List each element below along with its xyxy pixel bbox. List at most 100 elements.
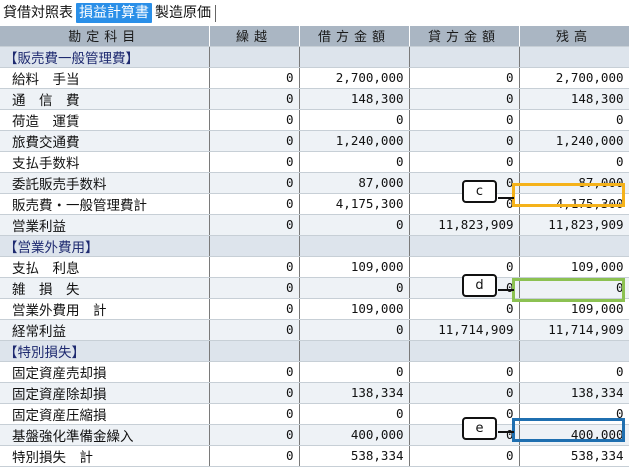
balance-cell[interactable]: 2,700,000	[519, 67, 629, 89]
carryover-cell[interactable]: 0	[209, 109, 300, 131]
credit-cell[interactable]: 0	[409, 67, 520, 89]
account-name-cell[interactable]: 支払 利息	[0, 256, 210, 278]
carryover-cell[interactable]: 0	[209, 88, 300, 110]
table-row[interactable]: 通 信 費 0 148,300 0 148,300	[0, 88, 629, 110]
account-name-cell[interactable]: 固定資産除却損	[0, 382, 210, 404]
account-name-cell[interactable]: 給料 手当	[0, 67, 210, 89]
account-name-cell[interactable]: 営業外費用 計	[0, 298, 210, 320]
carryover-cell[interactable]: 0	[209, 67, 300, 89]
credit-cell[interactable]: 0	[409, 88, 520, 110]
debit-cell[interactable]: 87,000	[299, 172, 410, 194]
debit-cell[interactable]: 0	[299, 109, 410, 131]
debit-cell[interactable]: 148,300	[299, 88, 410, 110]
carryover-cell[interactable]: 0	[209, 319, 300, 341]
balance-cell[interactable]: 138,334	[519, 382, 629, 404]
table-row[interactable]: 荷造 運賃 0 0 0 0	[0, 109, 629, 131]
account-name-cell[interactable]: 特別損失 計	[0, 445, 210, 467]
section-empty-cell	[409, 235, 520, 257]
debit-cell[interactable]: 0	[299, 277, 410, 299]
account-name-cell[interactable]: 基盤強化準備金繰入	[0, 424, 210, 446]
debit-cell[interactable]: 1,240,000	[299, 130, 410, 152]
balance-cell[interactable]: 0	[519, 109, 629, 131]
tab-balance-sheet[interactable]: 貸借対照表	[0, 3, 76, 23]
table-row[interactable]: 固定資産除却損 0 138,334 0 138,334	[0, 382, 629, 404]
table-row[interactable]: 固定資産売却損 0 0 0 0	[0, 361, 629, 383]
section-empty-cell	[519, 340, 629, 362]
credit-cell[interactable]: 0	[409, 445, 520, 467]
balance-cell[interactable]: 109,000	[519, 256, 629, 278]
debit-cell[interactable]: 0	[299, 319, 410, 341]
tab-income-statement[interactable]: 損益計算書	[76, 3, 152, 23]
balance-cell[interactable]: 0	[519, 361, 629, 383]
debit-cell[interactable]: 0	[299, 151, 410, 173]
carryover-cell[interactable]: 0	[209, 424, 300, 446]
credit-cell[interactable]: 0	[409, 298, 520, 320]
table-row[interactable]: 営業利益 0 0 11,823,909 11,823,909	[0, 214, 629, 236]
carryover-cell[interactable]: 0	[209, 298, 300, 320]
table-row[interactable]: 支払 利息 0 109,000 0 109,000	[0, 256, 629, 278]
report-tabs: 貸借対照表 損益計算書 製造原価	[0, 0, 629, 26]
debit-cell[interactable]: 4,175,300	[299, 193, 410, 215]
credit-cell[interactable]: 0	[409, 130, 520, 152]
table-row[interactable]: 給料 手当 0 2,700,000 0 2,700,000	[0, 67, 629, 89]
balance-cell[interactable]: 11,714,909	[519, 319, 629, 341]
column-header-debit: 借方金額	[299, 26, 410, 47]
debit-cell[interactable]: 138,334	[299, 382, 410, 404]
carryover-cell[interactable]: 0	[209, 172, 300, 194]
credit-cell[interactable]: 0	[409, 361, 520, 383]
carryover-cell[interactable]: 0	[209, 130, 300, 152]
debit-cell[interactable]: 0	[299, 403, 410, 425]
debit-cell[interactable]: 2,700,000	[299, 67, 410, 89]
balance-cell[interactable]: 148,300	[519, 88, 629, 110]
section-label: 【営業外費用】	[0, 235, 210, 257]
credit-cell[interactable]: 11,714,909	[409, 319, 520, 341]
debit-cell[interactable]: 0	[299, 214, 410, 236]
account-name-cell[interactable]: 委託販売手数料	[0, 172, 210, 194]
carryover-cell[interactable]: 0	[209, 382, 300, 404]
balance-cell[interactable]: 1,240,000	[519, 130, 629, 152]
tab-manufacturing-cost[interactable]: 製造原価	[152, 3, 214, 23]
credit-cell[interactable]: 0	[409, 151, 520, 173]
table-row[interactable]: 旅費交通費 0 1,240,000 0 1,240,000	[0, 130, 629, 152]
carryover-cell[interactable]: 0	[209, 361, 300, 383]
highlight-box-e	[512, 418, 625, 442]
section-empty-cell	[209, 235, 300, 257]
carryover-cell[interactable]: 0	[209, 277, 300, 299]
debit-cell[interactable]: 400,000	[299, 424, 410, 446]
section-empty-cell	[409, 46, 520, 68]
table-row[interactable]: 支払手数料 0 0 0 0	[0, 151, 629, 173]
table-row[interactable]: 特別損失 計 0 538,334 0 538,334	[0, 445, 629, 467]
carryover-cell[interactable]: 0	[209, 403, 300, 425]
account-name-cell[interactable]: 販売費・一般管理費計	[0, 193, 210, 215]
credit-cell[interactable]: 0	[409, 382, 520, 404]
debit-cell[interactable]: 538,334	[299, 445, 410, 467]
debit-cell[interactable]: 109,000	[299, 256, 410, 278]
account-name-cell[interactable]: 荷造 運賃	[0, 109, 210, 131]
highlight-box-d	[512, 278, 625, 302]
carryover-cell[interactable]: 0	[209, 445, 300, 467]
account-name-cell[interactable]: 営業利益	[0, 214, 210, 236]
debit-cell[interactable]: 0	[299, 361, 410, 383]
balance-cell[interactable]: 11,823,909	[519, 214, 629, 236]
account-name-cell[interactable]: 経常利益	[0, 319, 210, 341]
section-empty-cell	[209, 46, 300, 68]
balance-cell[interactable]: 538,334	[519, 445, 629, 467]
table-row[interactable]: 経常利益 0 0 11,714,909 11,714,909	[0, 319, 629, 341]
carryover-cell[interactable]: 0	[209, 193, 300, 215]
account-name-cell[interactable]: 旅費交通費	[0, 130, 210, 152]
credit-cell[interactable]: 11,823,909	[409, 214, 520, 236]
carryover-cell[interactable]: 0	[209, 151, 300, 173]
account-name-cell[interactable]: 固定資産売却損	[0, 361, 210, 383]
account-name-cell[interactable]: 支払手数料	[0, 151, 210, 173]
account-name-cell[interactable]: 固定資産圧縮損	[0, 403, 210, 425]
account-name-cell[interactable]: 通 信 費	[0, 88, 210, 110]
account-name-cell[interactable]: 雑 損 失	[0, 277, 210, 299]
carryover-cell[interactable]: 0	[209, 214, 300, 236]
debit-cell[interactable]: 109,000	[299, 298, 410, 320]
credit-cell[interactable]: 0	[409, 109, 520, 131]
table-header: 勘定科目 繰越 借方金額 貸方金額 残高	[0, 26, 629, 47]
balance-cell[interactable]: 0	[519, 151, 629, 173]
carryover-cell[interactable]: 0	[209, 256, 300, 278]
callout-d: d	[462, 274, 497, 297]
section-label: 【販売費一般管理費】	[0, 46, 210, 68]
